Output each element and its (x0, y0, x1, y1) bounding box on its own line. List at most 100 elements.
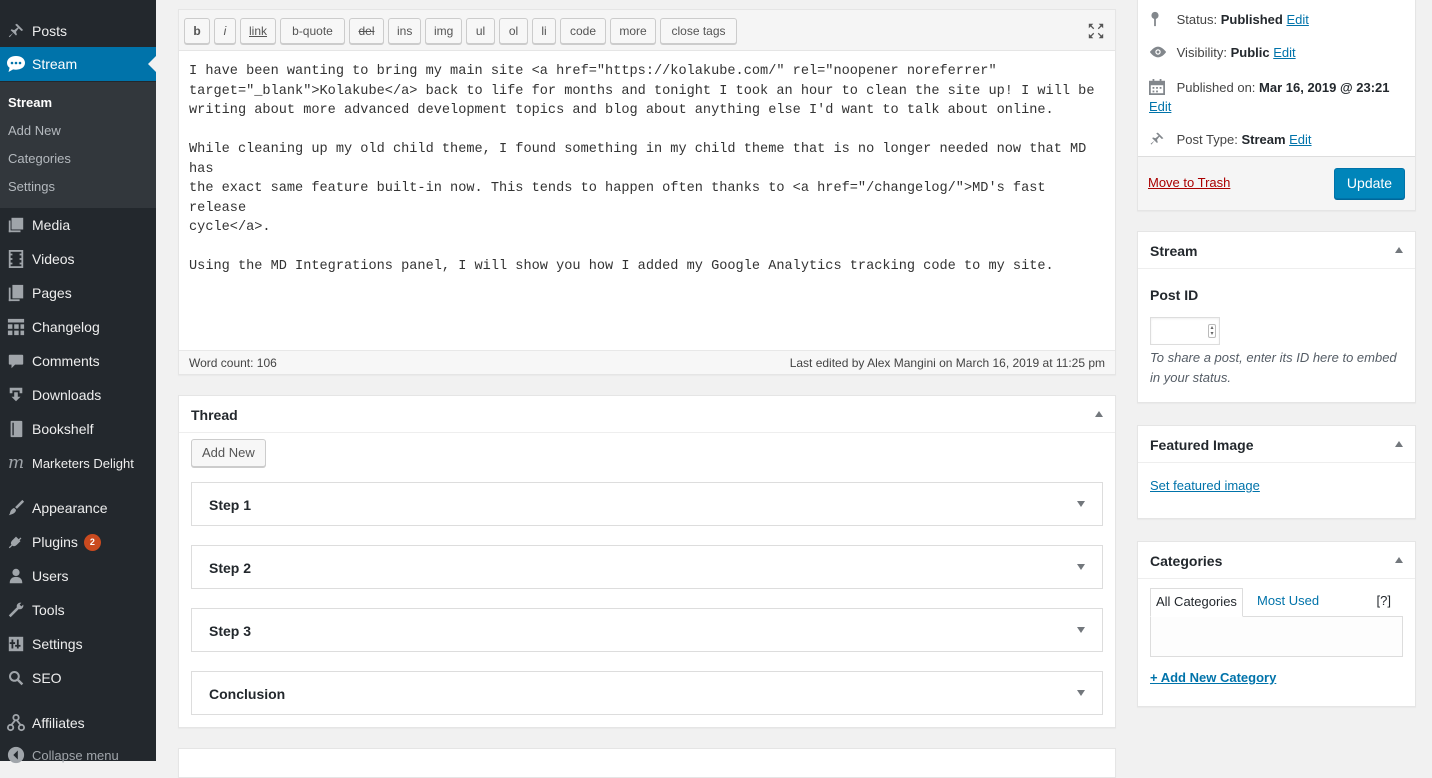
pin-icon (1149, 131, 1173, 150)
submenu-item-add-new[interactable]: Add New (8, 123, 61, 138)
li-button[interactable]: li (532, 18, 556, 44)
speech-bubble-icon (0, 55, 32, 73)
del-button[interactable]: del (349, 18, 384, 44)
divider (1138, 578, 1415, 579)
published-value: Mar 16, 2019 @ 23:21 (1259, 79, 1390, 95)
menu-item-plugins[interactable]: Plugins 2 (0, 525, 156, 559)
step-label: Step 3 (209, 623, 252, 639)
menu-label: Pages (32, 285, 72, 301)
next-metabox (178, 748, 1116, 778)
post-id-input[interactable]: ▴ ▾ (1150, 317, 1220, 345)
add-step-button[interactable]: Add New (191, 439, 266, 467)
menu-item-users[interactable]: Users (0, 559, 156, 593)
menu-item-media[interactable]: Media (0, 208, 156, 242)
thread-step[interactable]: Step 3 (191, 608, 1103, 652)
menu-label: Marketers Delight (32, 455, 134, 471)
ul-button[interactable]: ul (466, 18, 495, 44)
ol-button[interactable]: ol (499, 18, 528, 44)
set-featured-image-link[interactable]: Set featured image (1150, 478, 1260, 493)
menu-label: Posts (32, 23, 68, 39)
menu-item-tools[interactable]: Tools (0, 593, 156, 627)
menu-item-changelog[interactable]: Changelog (0, 310, 156, 344)
add-new-category-link[interactable]: + Add New Category (1150, 670, 1276, 685)
categories-help-link[interactable]: [?] (1377, 593, 1391, 608)
menu-item-marketers-delight[interactable]: m Marketers Delight (0, 446, 156, 480)
pin-icon (0, 22, 32, 40)
comment-icon (0, 352, 32, 370)
menu-label: Bookshelf (32, 421, 94, 437)
menu-label: Downloads (32, 387, 102, 403)
admin-sidebar: Posts Stream Stream Add New Categories S… (0, 0, 156, 764)
menu-label: Plugins (32, 534, 78, 550)
md-logo-icon: m (7, 453, 25, 473)
menu-item-pages[interactable]: Pages (0, 276, 156, 310)
step-label: Step 1 (209, 497, 252, 513)
toggle-arrow-icon[interactable] (1095, 411, 1103, 417)
menu-label: Media (32, 217, 71, 233)
menu-item-settings[interactable]: Settings (0, 627, 156, 661)
code-button[interactable]: code (560, 18, 606, 44)
thread-step[interactable]: Conclusion (191, 671, 1103, 715)
published-on-row: Published on: Mar 16, 2019 @ 23:21 (1149, 79, 1390, 98)
menu-item-videos[interactable]: Videos (0, 242, 156, 276)
link-button[interactable]: link (240, 18, 276, 44)
menu-label: Collapse menu (32, 747, 119, 763)
editor-status-bar: Word count: 106 Last edited by Alex Mang… (179, 350, 1115, 374)
edit-date-link[interactable]: Edit (1149, 99, 1171, 114)
content-paragraph: I have been wanting to bring my main sit… (189, 64, 1095, 118)
content-paragraph: Using the MD Integrations panel, I will … (189, 259, 1054, 274)
move-to-trash-link[interactable]: Move to Trash (1148, 175, 1230, 190)
italic-button[interactable]: i (214, 18, 236, 44)
divider (179, 432, 1115, 433)
visibility-value: Public (1230, 45, 1270, 60)
caret-down-icon (1077, 690, 1085, 696)
last-edited-info: Last edited by Alex Mangini on March 16,… (789, 356, 1105, 370)
content-textarea[interactable]: I have been wanting to bring my main sit… (179, 52, 1115, 350)
step-label: Step 2 (209, 560, 252, 576)
img-button[interactable]: img (425, 18, 462, 44)
edit-status-link[interactable]: Edit (1286, 12, 1308, 27)
plug-icon (0, 533, 32, 551)
toggle-arrow-icon[interactable] (1395, 557, 1403, 563)
calendar-icon (1149, 79, 1173, 98)
edit-post-type-link[interactable]: Edit (1289, 132, 1311, 147)
menu-item-seo[interactable]: SEO (0, 661, 156, 695)
toggle-arrow-icon[interactable] (1395, 247, 1403, 253)
post-id-help: To share a post, enter its ID here to em… (1150, 350, 1397, 385)
stream-metabox: Stream Post ID ▴ ▾ To share a post, enter… (1137, 231, 1416, 403)
tab-most-used[interactable]: Most Used (1257, 593, 1319, 608)
thread-step[interactable]: Step 1 (191, 482, 1103, 526)
blockquote-button[interactable]: b-quote (280, 18, 345, 44)
update-button[interactable]: Update (1334, 168, 1405, 199)
menu-item-comments[interactable]: Comments (0, 344, 156, 378)
menu-item-posts[interactable]: Posts (0, 14, 156, 48)
submenu-item-stream[interactable]: Stream (8, 95, 52, 110)
bold-button[interactable]: b (184, 18, 210, 44)
menu-label: Appearance (32, 500, 108, 516)
wrench-icon (0, 601, 32, 619)
fullscreen-icon[interactable] (1087, 22, 1105, 40)
post-id-label: Post ID (1150, 287, 1199, 303)
stream-submenu: Stream Add New Categories Settings (0, 82, 156, 208)
tab-all-categories[interactable]: All Categories (1150, 588, 1243, 617)
status-value: Published (1220, 11, 1283, 27)
user-icon (0, 567, 32, 585)
more-button[interactable]: more (610, 18, 656, 44)
network-icon (0, 714, 32, 732)
edit-visibility-link[interactable]: Edit (1273, 45, 1295, 60)
settings-icon (0, 635, 32, 653)
menu-item-downloads[interactable]: Downloads (0, 378, 156, 412)
menu-item-appearance[interactable]: Appearance (0, 491, 156, 525)
thread-step[interactable]: Step 2 (191, 545, 1103, 589)
menu-item-bookshelf[interactable]: Bookshelf (0, 412, 156, 446)
submenu-item-categories[interactable]: Categories (8, 151, 71, 166)
menu-item-stream[interactable]: Stream (0, 47, 156, 81)
menu-item-affiliates[interactable]: Affiliates (0, 706, 156, 740)
visibility-label: Visibility: (1176, 45, 1227, 60)
ins-button[interactable]: ins (388, 18, 421, 44)
toggle-arrow-icon[interactable] (1395, 441, 1403, 447)
close-tags-button[interactable]: close tags (660, 18, 737, 44)
collapse-menu-button[interactable]: Collapse menu (0, 738, 156, 772)
submenu-item-settings[interactable]: Settings (8, 179, 55, 194)
number-spinner-icon[interactable]: ▴ ▾ (1208, 324, 1216, 338)
